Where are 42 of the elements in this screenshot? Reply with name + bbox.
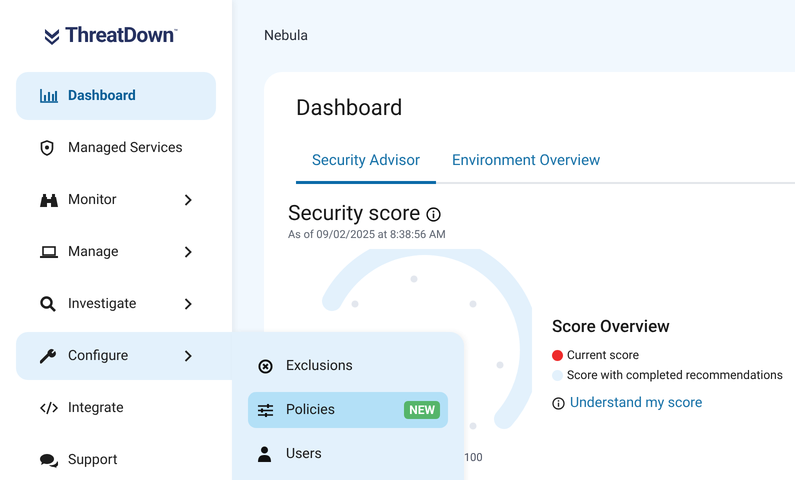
logo-icon [43, 27, 61, 45]
info-icon[interactable] [426, 206, 442, 222]
logo-text: ThreatDown [65, 24, 174, 48]
section-title: Security score [288, 202, 420, 226]
nav-item[interactable]: Managed Services [16, 124, 216, 172]
nav-item[interactable]: Investigate [16, 280, 216, 328]
nav-item[interactable]: Support [16, 436, 216, 480]
new-badge: NEW [404, 401, 440, 419]
tab[interactable]: Environment Overview [436, 141, 616, 184]
submenu-item[interactable]: Users [248, 436, 448, 472]
chevron-right-icon [184, 194, 192, 206]
code-icon [40, 401, 58, 415]
nav-item[interactable]: Monitor [16, 176, 216, 224]
nav-item[interactable]: Dashboard [16, 72, 216, 120]
breadcrumb[interactable]: Nebula [264, 0, 795, 72]
sliders-icon [258, 404, 273, 416]
understand-score-link[interactable]: Understand my score [570, 395, 702, 411]
binoculars-icon [40, 192, 58, 208]
submenu-item[interactable]: Policies NEW [248, 392, 448, 428]
shield-icon [40, 140, 54, 156]
submenu-item[interactable]: Exclusions [248, 348, 448, 384]
info-icon [552, 396, 565, 410]
chat-icon [40, 452, 58, 468]
tab[interactable]: Security Advisor [296, 141, 436, 184]
close-circle-icon [258, 358, 273, 374]
gauge-max-label: 100 [464, 451, 483, 464]
chevron-right-icon [184, 246, 192, 258]
wrench-icon [40, 348, 56, 364]
search-icon [40, 296, 56, 312]
nav-item[interactable]: Integrate [16, 384, 216, 432]
legend-label: Score with completed recommendations [567, 368, 783, 382]
nav-item[interactable]: Manage [16, 228, 216, 276]
user-icon [258, 446, 271, 462]
legend-label: Current score [567, 348, 639, 362]
overview-title: Score Overview [552, 317, 671, 337]
chevron-right-icon [184, 298, 192, 310]
nav-item[interactable]: Configure [16, 332, 232, 380]
timestamp: As of 09/02/2025 at 8:38:56 AM [288, 228, 447, 241]
chevron-right-icon [184, 350, 192, 362]
laptop-icon [40, 246, 58, 258]
bar-chart-icon [40, 89, 58, 103]
page-title: Dashboard [296, 96, 404, 121]
